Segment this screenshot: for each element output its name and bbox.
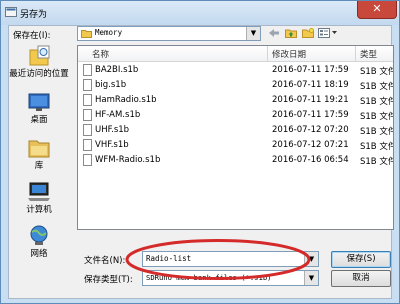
file-icon xyxy=(83,139,92,151)
desktop-icon xyxy=(28,93,50,111)
chevron-down-icon[interactable]: ▼ xyxy=(246,27,260,40)
place-desktop-label: 桌面 xyxy=(30,115,48,125)
save-in-label: 保存在(I): xyxy=(13,31,51,41)
folder-icon xyxy=(81,30,92,38)
save-button[interactable]: 保存(S) xyxy=(331,251,391,268)
file-name: HF-AM.s1b xyxy=(95,110,141,120)
up-folder-icon[interactable] xyxy=(284,28,297,39)
close-button[interactable]: ✕ xyxy=(357,1,397,19)
column-divider[interactable] xyxy=(267,46,268,61)
close-icon: ✕ xyxy=(372,2,382,15)
view-menu-icon[interactable] xyxy=(318,28,338,39)
column-header-name[interactable]: 名称 xyxy=(92,48,109,60)
file-name: HamRadio.s1b xyxy=(95,95,157,105)
filename-label: 文件名(N): xyxy=(84,256,126,266)
file-row[interactable]: UHF.s1b 2016-07-12 07:20 S1B 文件 xyxy=(78,123,393,138)
file-name: big.s1b xyxy=(95,80,127,90)
file-row[interactable]: big.s1b 2016-07-11 18:19 S1B 文件 xyxy=(78,78,393,93)
file-row[interactable]: HamRadio.s1b 2016-07-11 19:21 S1B 文件 xyxy=(78,93,393,108)
save-in-combobox[interactable]: Memory ▼ xyxy=(77,26,261,41)
save-as-dialog: 另存为 ✕ 保存在(I): Memory ▼ 最近访问的位置 桌面 库 计算机 … xyxy=(0,0,400,304)
file-date: 2016-07-12 07:20 xyxy=(272,125,349,135)
column-header-date[interactable]: 修改日期 xyxy=(272,48,306,60)
file-date: 2016-07-11 17:59 xyxy=(272,65,349,75)
new-folder-icon[interactable] xyxy=(301,28,314,39)
file-list-header: 名称 修改日期 类型 xyxy=(78,46,393,62)
window-title: 另存为 xyxy=(20,10,48,20)
file-icon xyxy=(83,79,92,91)
file-name: WFM-Radio.s1b xyxy=(95,155,161,165)
place-network-label: 网络 xyxy=(30,249,48,259)
save-in-value: Memory xyxy=(95,28,123,37)
place-computer-label: 计算机 xyxy=(26,205,52,215)
file-type: S1B 文件 xyxy=(360,82,394,92)
annotation-ellipse xyxy=(125,239,311,280)
file-date: 2016-07-12 07:21 xyxy=(272,140,349,150)
place-recent-label: 最近访问的位置 xyxy=(9,69,69,79)
file-type: S1B 文件 xyxy=(360,97,394,107)
file-name: BA2BI.s1b xyxy=(95,65,139,75)
places-bar: 最近访问的位置 桌面 库 计算机 网络 xyxy=(9,45,69,275)
file-type: S1B 文件 xyxy=(360,127,394,137)
file-row[interactable]: VHF.s1b 2016-07-12 07:21 S1B 文件 xyxy=(78,138,393,153)
file-name: VHF.s1b xyxy=(95,140,129,150)
file-date: 2016-07-16 06:54 xyxy=(272,155,349,165)
column-divider[interactable] xyxy=(355,46,356,61)
file-row[interactable]: WFM-Radio.s1b 2016-07-16 06:54 S1B 文件 xyxy=(78,153,393,168)
column-header-type[interactable]: 类型 xyxy=(360,48,377,60)
file-row[interactable]: HF-AM.s1b 2016-07-11 17:59 S1B 文件 xyxy=(78,108,393,123)
file-row[interactable]: BA2BI.s1b 2016-07-11 17:59 S1B 文件 xyxy=(78,63,393,78)
file-type: S1B 文件 xyxy=(360,67,394,77)
place-libraries-label: 库 xyxy=(34,161,44,171)
title-bar[interactable]: 另存为 ✕ xyxy=(1,1,399,25)
file-date: 2016-07-11 18:19 xyxy=(272,80,349,90)
back-icon[interactable] xyxy=(267,28,280,39)
cancel-button[interactable]: 取消 xyxy=(331,270,391,287)
file-date: 2016-07-11 19:21 xyxy=(272,95,349,105)
file-icon xyxy=(83,64,92,76)
file-icon xyxy=(83,109,92,121)
file-type: S1B 文件 xyxy=(360,112,394,122)
file-type: S1B 文件 xyxy=(360,142,394,152)
file-date: 2016-07-11 17:59 xyxy=(272,110,349,120)
file-type: S1B 文件 xyxy=(360,157,394,167)
computer-icon xyxy=(28,182,50,201)
libraries-icon xyxy=(28,140,50,158)
network-icon xyxy=(30,225,48,245)
recent-places-icon xyxy=(29,45,50,66)
file-list[interactable]: 名称 修改日期 类型 BA2BI.s1b 2016-07-11 17:59 S1… xyxy=(77,45,394,230)
app-icon xyxy=(5,7,17,17)
file-icon xyxy=(83,124,92,136)
file-icon xyxy=(83,154,92,166)
file-name: UHF.s1b xyxy=(95,125,130,135)
file-icon xyxy=(83,94,92,106)
